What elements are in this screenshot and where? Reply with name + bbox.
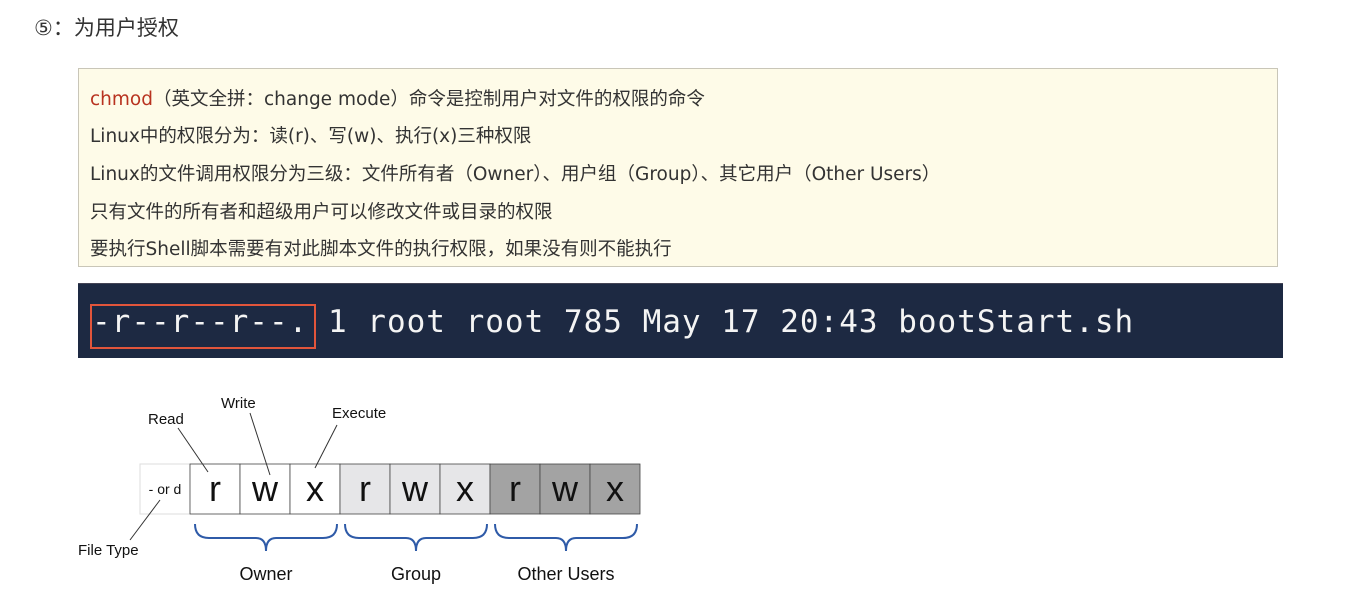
owner-permission-letter: x [306, 468, 324, 509]
owner-permission-letter: w [251, 468, 279, 509]
note-line-1: chmod（英文全拼：change mode）命令是控制用户对文件的权限的命令 [90, 85, 705, 111]
owner-permission-letter: r [209, 468, 221, 509]
info-note: chmod（英文全拼：change mode）命令是控制用户对文件的权限的命令 … [78, 68, 1278, 267]
note-line-3: Linux的文件调用权限分为三级：文件所有者（Owner）、用户组（Group）… [90, 164, 941, 185]
group-permission-letter: w [401, 468, 429, 509]
note-line-4: 只有文件的所有者和超级用户可以修改文件或目录的权限 [90, 202, 553, 223]
other-group-label: Other Users [517, 564, 614, 584]
write-label: Write [221, 395, 256, 412]
other-permission-letter: w [551, 468, 579, 509]
file-type-cell-text: - or d [149, 481, 182, 497]
terminal-output: -r--r--r--. 1 root root 785 May 17 20:43… [78, 283, 1283, 358]
note-line-1-text: （英文全拼：change mode）命令是控制用户对文件的权限的命令 [152, 89, 705, 110]
group-permission-letter: x [456, 468, 474, 509]
group-permission-letter: r [359, 468, 371, 509]
permission-highlight-box [90, 304, 316, 349]
group-brace [344, 523, 488, 552]
chmod-keyword: chmod [90, 89, 153, 110]
note-line-5: 要执行Shell脚本需要有对此脚本文件的执行权限，如果没有则不能执行 [90, 239, 672, 260]
owner-brace [194, 523, 338, 552]
permission-diagram: - or d rwxrwxrwx Read Write Execute File… [78, 395, 641, 584]
execute-pointer [314, 424, 338, 469]
file-type-label: File Type [78, 542, 139, 559]
group-group-label: Group [391, 564, 441, 584]
other-permission-letter: x [606, 468, 624, 509]
section-heading: ⑤：为用户授权 [34, 16, 179, 40]
owner-group-label: Owner [239, 564, 292, 584]
other-brace [494, 523, 638, 552]
read-label: Read [148, 411, 184, 428]
execute-label: Execute [332, 405, 386, 422]
other-permission-letter: r [509, 468, 521, 509]
note-line-2: Linux中的权限分为：读(r)、写(w)、执行(x)三种权限 [90, 126, 532, 147]
